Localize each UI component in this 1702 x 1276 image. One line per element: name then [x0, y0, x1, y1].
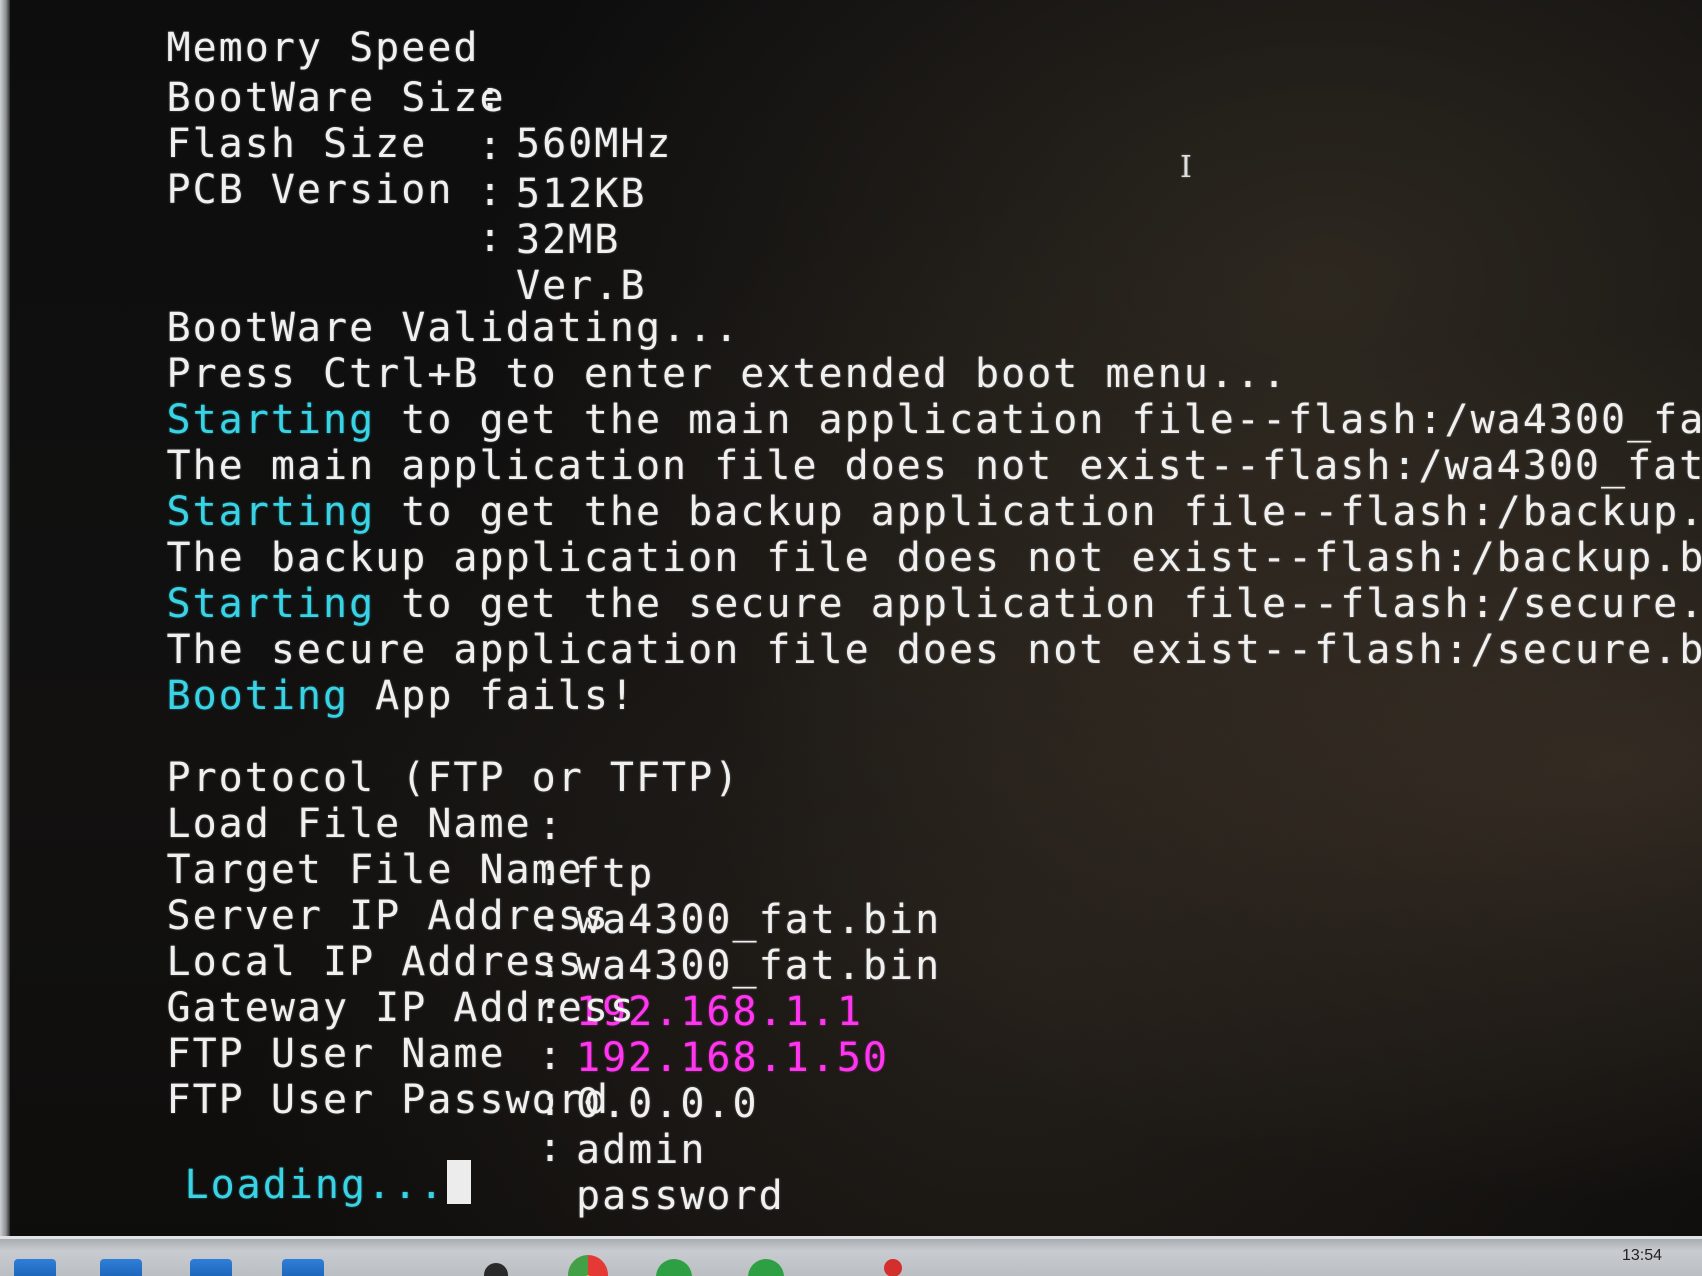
- folder-icon[interactable]: [100, 1259, 142, 1276]
- status-line: Loading...: [28, 1112, 472, 1208]
- header-row-flash-size: Flash Size : 32MB: [10, 72, 619, 263]
- serial-console[interactable]: Memory Speed : 560MHz BootWare Size : 51…: [10, 0, 1702, 1232]
- config-row-ftp-user-password: FTP User Password : password: [10, 1028, 783, 1219]
- boot-message: The secure application file does not exi…: [10, 578, 1702, 673]
- folder-icon[interactable]: [190, 1259, 232, 1276]
- row-label: PCB Version: [166, 167, 454, 213]
- boot-message: Starting to get the backup application f…: [10, 440, 1702, 535]
- config-row-server-ip: Server IP Address : 192.168.1.1: [10, 844, 861, 1035]
- config-row-load-file-name: Load File Name : wa4300_fat.bin: [10, 752, 940, 943]
- monitor-bezel: [0, 0, 10, 1240]
- row-separator: :: [538, 1125, 565, 1171]
- boot-message: The backup application file does not exi…: [10, 486, 1702, 581]
- boot-message: Starting to get the secure application f…: [10, 532, 1702, 627]
- row-separator: :: [478, 215, 505, 261]
- boot-message: The main application file does not exist…: [10, 394, 1702, 489]
- row-separator: :: [478, 169, 505, 215]
- taskbar-clock[interactable]: 13:54: [1622, 1247, 1662, 1265]
- config-row-protocol: Protocol (FTP or TFTP) : ftp: [10, 706, 740, 897]
- taskbar: 13:54: [0, 1236, 1702, 1276]
- ibeam-pointer-icon: I: [1180, 150, 1194, 185]
- chrome-icon[interactable]: [568, 1255, 608, 1276]
- row-value: password: [576, 1173, 785, 1219]
- config-row-target-file-name: Target File Name : wa4300_fat.bin: [10, 798, 940, 989]
- boot-message: BootWare Validating...: [10, 256, 740, 351]
- config-row-gateway-ip: Gateway IP Address : 0.0.0.0: [10, 936, 757, 1127]
- row-separator: :: [478, 123, 505, 169]
- folder-icon[interactable]: [14, 1259, 56, 1276]
- row-value: 512KB: [516, 171, 647, 217]
- notification-icon[interactable]: [884, 1259, 902, 1276]
- boot-message: Starting to get the main application fil…: [10, 348, 1702, 443]
- header-row-pcb-version: PCB Version : Ver.B: [10, 118, 645, 309]
- boot-message: Booting App fails!: [10, 624, 636, 719]
- row-value: admin: [576, 1127, 707, 1173]
- config-row-local-ip: Local IP Address : 192.168.1.50: [10, 890, 887, 1081]
- row-value: 560MHz: [516, 121, 673, 167]
- header-row-memory-speed: Memory Speed : 560MHz: [10, 0, 671, 167]
- row-value: 192.168.1.50: [576, 1035, 889, 1081]
- gear-icon[interactable]: [484, 1263, 508, 1276]
- folder-icon[interactable]: [282, 1259, 324, 1276]
- boot-message: Press Ctrl+B to enter extended boot menu…: [10, 302, 1288, 397]
- green-app-icon[interactable]: [656, 1259, 692, 1276]
- text-cursor[interactable]: [447, 1160, 472, 1204]
- config-row-ftp-user-name: FTP User Name : admin: [10, 982, 705, 1173]
- header-row-bootware-size: BootWare Size : 512KB: [10, 26, 645, 217]
- green-app-icon[interactable]: [748, 1259, 784, 1276]
- loading-status: Loading...: [184, 1162, 446, 1208]
- photo-of-monitor: Memory Speed : 560MHz BootWare Size : 51…: [0, 0, 1702, 1276]
